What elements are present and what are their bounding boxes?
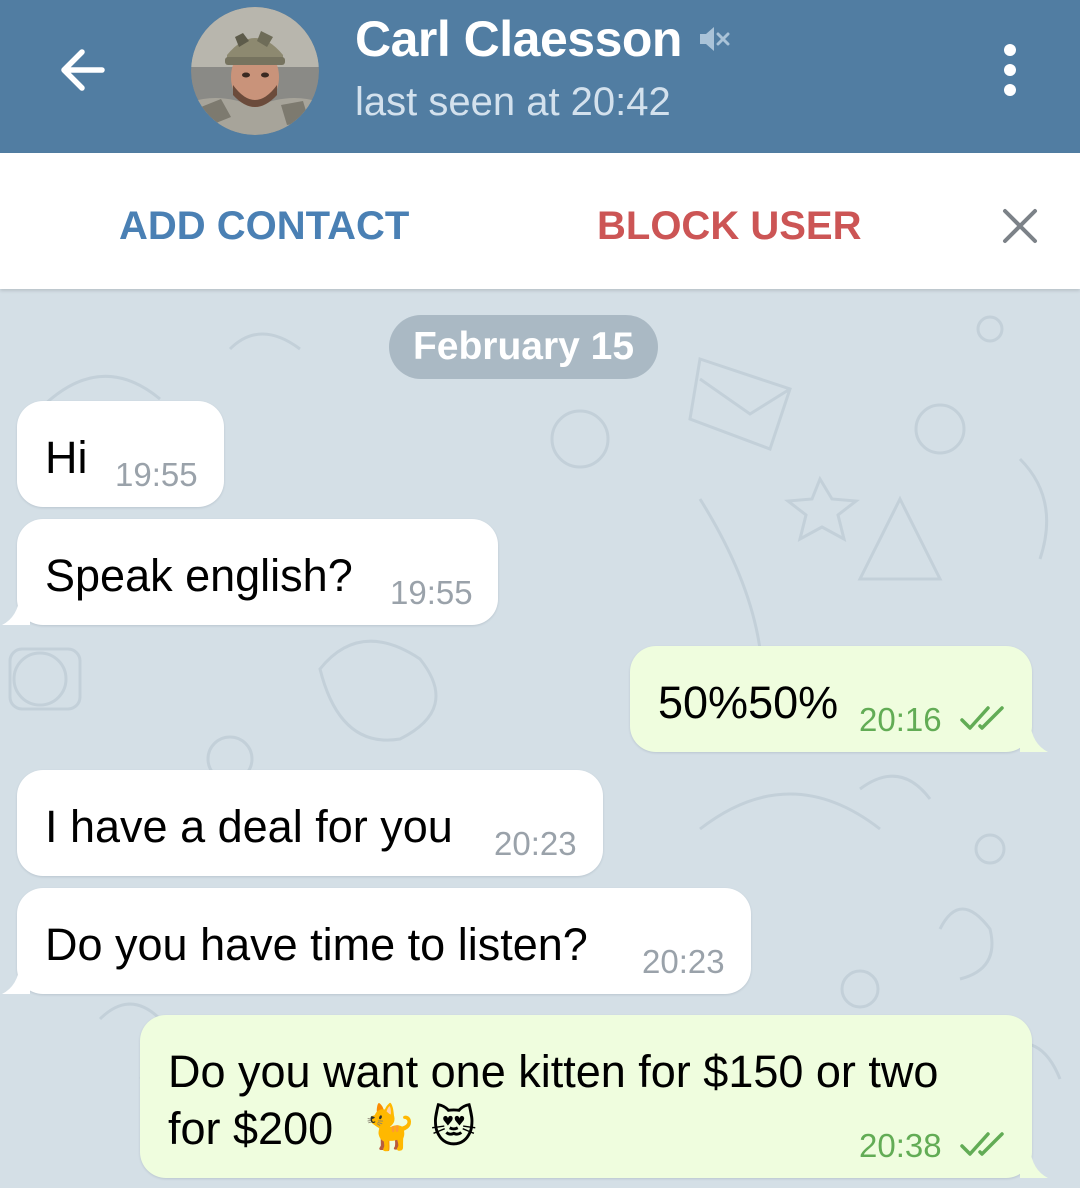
message-bubble-outgoing[interactable]: Do you want one kitten for $150 or two f…: [140, 1015, 1032, 1178]
avatar[interactable]: [191, 7, 319, 135]
contact-name[interactable]: Carl Claesson: [355, 10, 682, 68]
last-seen-status: last seen at 20:42: [355, 80, 671, 124]
double-check-icon: [960, 1132, 1004, 1156]
message-text: Do you have time to listen?: [45, 919, 588, 970]
add-contact-button[interactable]: ADD CONTACT: [119, 204, 409, 249]
bubble-tail: [1020, 722, 1048, 752]
message-text-line-1: Do you want one kitten for $150 or two: [168, 1046, 939, 1097]
chat-header: Carl Claesson last seen at 20:42: [0, 0, 1080, 153]
contact-action-bar: ADD CONTACT BLOCK USER: [0, 153, 1080, 289]
message-time: 19:55: [115, 456, 198, 493]
message-text: Hi: [45, 432, 88, 483]
arrow-left-icon[interactable]: [52, 40, 112, 100]
date-separator: February 15: [389, 315, 658, 379]
double-check-icon: [960, 706, 1004, 730]
message-text: I have a deal for you: [45, 801, 453, 852]
message-time: 19:55: [390, 574, 473, 611]
bubble-tail: [1020, 1148, 1048, 1178]
message-time: 20:23: [494, 825, 577, 862]
bubble-tail: [2, 595, 30, 625]
speaker-muted-icon: [699, 27, 730, 51]
message-time: 20:38: [859, 1127, 942, 1164]
bubble-tail: [2, 964, 30, 994]
message-bubble-incoming[interactable]: Speak english? 19:55: [17, 519, 498, 625]
message-time: 20:23: [642, 943, 725, 980]
message-text: 50%50%: [658, 677, 839, 728]
cat-emoji: 🐈 😻: [362, 1102, 477, 1153]
message-bubble-incoming[interactable]: I have a deal for you 20:23: [17, 770, 603, 876]
message-text-line-2: for $200: [168, 1103, 334, 1154]
message-text: Speak english?: [45, 550, 353, 601]
close-icon[interactable]: [998, 204, 1042, 248]
more-vertical-icon[interactable]: [990, 40, 1030, 100]
message-bubble-incoming[interactable]: Do you have time to listen? 20:23: [17, 888, 751, 994]
block-user-button[interactable]: BLOCK USER: [597, 204, 861, 249]
message-bubble-outgoing[interactable]: 50%50% 20:16: [630, 646, 1032, 752]
message-time: 20:16: [859, 701, 942, 738]
message-bubble-incoming[interactable]: Hi 19:55: [17, 401, 224, 507]
